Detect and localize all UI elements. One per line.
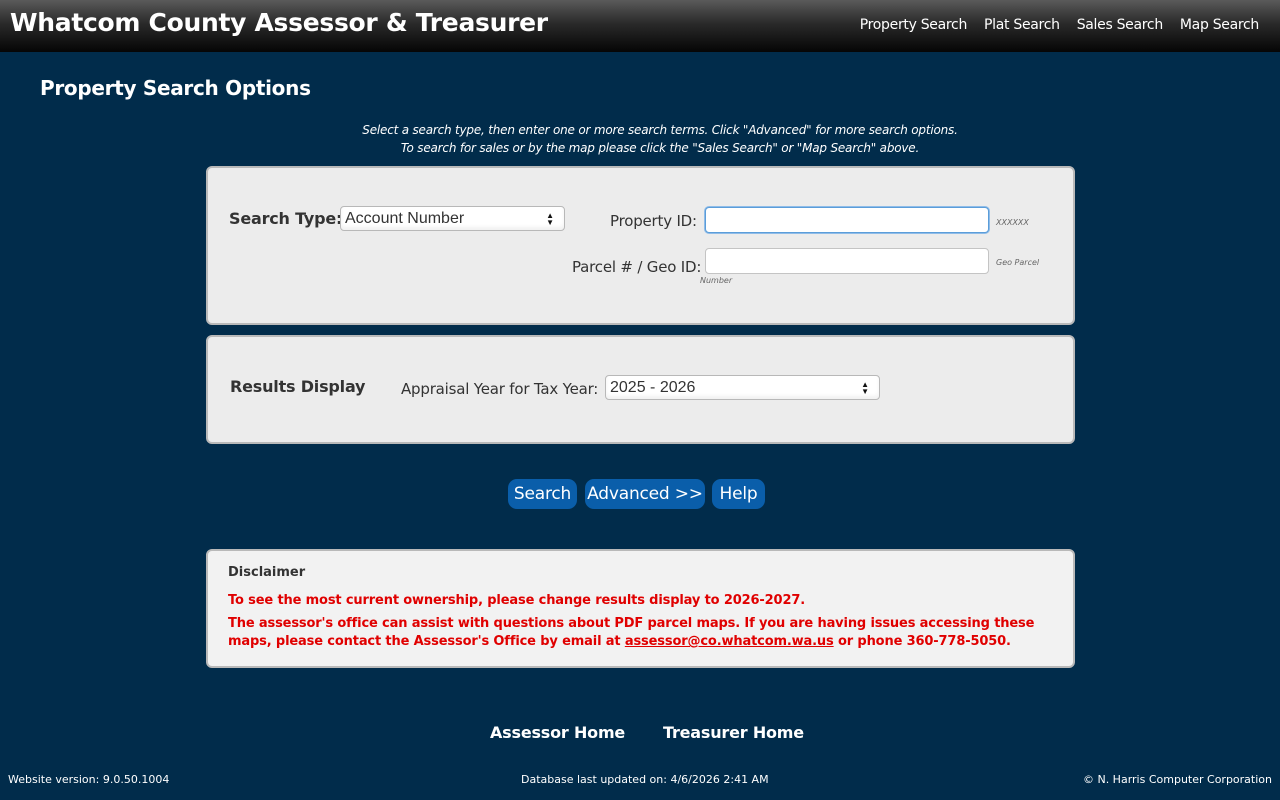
top-header-bar: Whatcom County Assessor & Treasurer Prop… bbox=[0, 0, 1280, 52]
property-id-label: Property ID: bbox=[610, 212, 697, 230]
site-title: Whatcom County Assessor & Treasurer bbox=[10, 8, 548, 37]
parcel-geo-id-input[interactable] bbox=[705, 248, 989, 274]
property-id-hint: XXXXXX bbox=[996, 218, 1029, 227]
advanced-button[interactable]: Advanced >> bbox=[585, 479, 705, 509]
treasurer-home-link[interactable]: Treasurer Home bbox=[663, 723, 804, 742]
results-display-title: Results Display bbox=[230, 377, 366, 396]
intro-text: Select a search type, then enter one or … bbox=[0, 121, 1280, 157]
parcel-hint-1: Geo Parcel bbox=[996, 258, 1040, 267]
appraisal-year-value: 2025 - 2026 bbox=[610, 379, 696, 396]
nav-property-search[interactable]: Property Search bbox=[860, 17, 968, 33]
property-id-input[interactable] bbox=[705, 207, 989, 233]
search-type-select[interactable]: Account Number ▲ ▼ bbox=[340, 206, 565, 231]
search-type-value: Account Number bbox=[345, 210, 465, 227]
intro-line-1: Select a search type, then enter one or … bbox=[362, 123, 958, 137]
disclaimer-line-2: The assessor's office can assist with qu… bbox=[228, 615, 1058, 651]
disclaimer-line-2-post: or phone 360-778-5050. bbox=[833, 634, 1011, 649]
website-version: Website version: 9.0.50.1004 bbox=[8, 773, 170, 786]
parcel-label: Parcel # / Geo ID: bbox=[572, 258, 702, 276]
select-arrows-icon: ▲ ▼ bbox=[546, 211, 554, 227]
parcel-hint-2: Number bbox=[700, 276, 733, 285]
nav-sales-search[interactable]: Sales Search bbox=[1077, 17, 1164, 33]
top-nav: Property Search Plat Search Sales Search… bbox=[860, 17, 1260, 33]
nav-map-search[interactable]: Map Search bbox=[1180, 17, 1259, 33]
disclaimer-panel: Disclaimer To see the most current owner… bbox=[206, 549, 1075, 668]
help-button[interactable]: Help bbox=[712, 479, 765, 509]
intro-line-2: To search for sales or by the map please… bbox=[400, 141, 920, 155]
results-display-panel: Results Display Appraisal Year for Tax Y… bbox=[206, 335, 1075, 444]
copyright: © N. Harris Computer Corporation bbox=[1082, 773, 1272, 786]
disclaimer-line-1: To see the most current ownership, pleas… bbox=[228, 593, 806, 608]
appraisal-year-label: Appraisal Year for Tax Year: bbox=[401, 380, 599, 398]
search-panel: Search Type: Account Number ▲ ▼ Property … bbox=[206, 166, 1075, 325]
search-button[interactable]: Search bbox=[508, 479, 577, 509]
page-title: Property Search Options bbox=[40, 76, 311, 100]
assessor-email-link[interactable]: assessor@co.whatcom.wa.us bbox=[625, 634, 834, 649]
assessor-home-link[interactable]: Assessor Home bbox=[490, 723, 625, 742]
database-updated: Database last updated on: 4/6/2026 2:41 … bbox=[521, 773, 769, 786]
disclaimer-title: Disclaimer bbox=[228, 565, 306, 580]
select-arrows-icon: ▲ ▼ bbox=[861, 380, 869, 396]
nav-plat-search[interactable]: Plat Search bbox=[984, 17, 1060, 33]
appraisal-year-select[interactable]: 2025 - 2026 ▲ ▼ bbox=[605, 375, 880, 400]
search-type-label: Search Type: bbox=[229, 209, 343, 228]
